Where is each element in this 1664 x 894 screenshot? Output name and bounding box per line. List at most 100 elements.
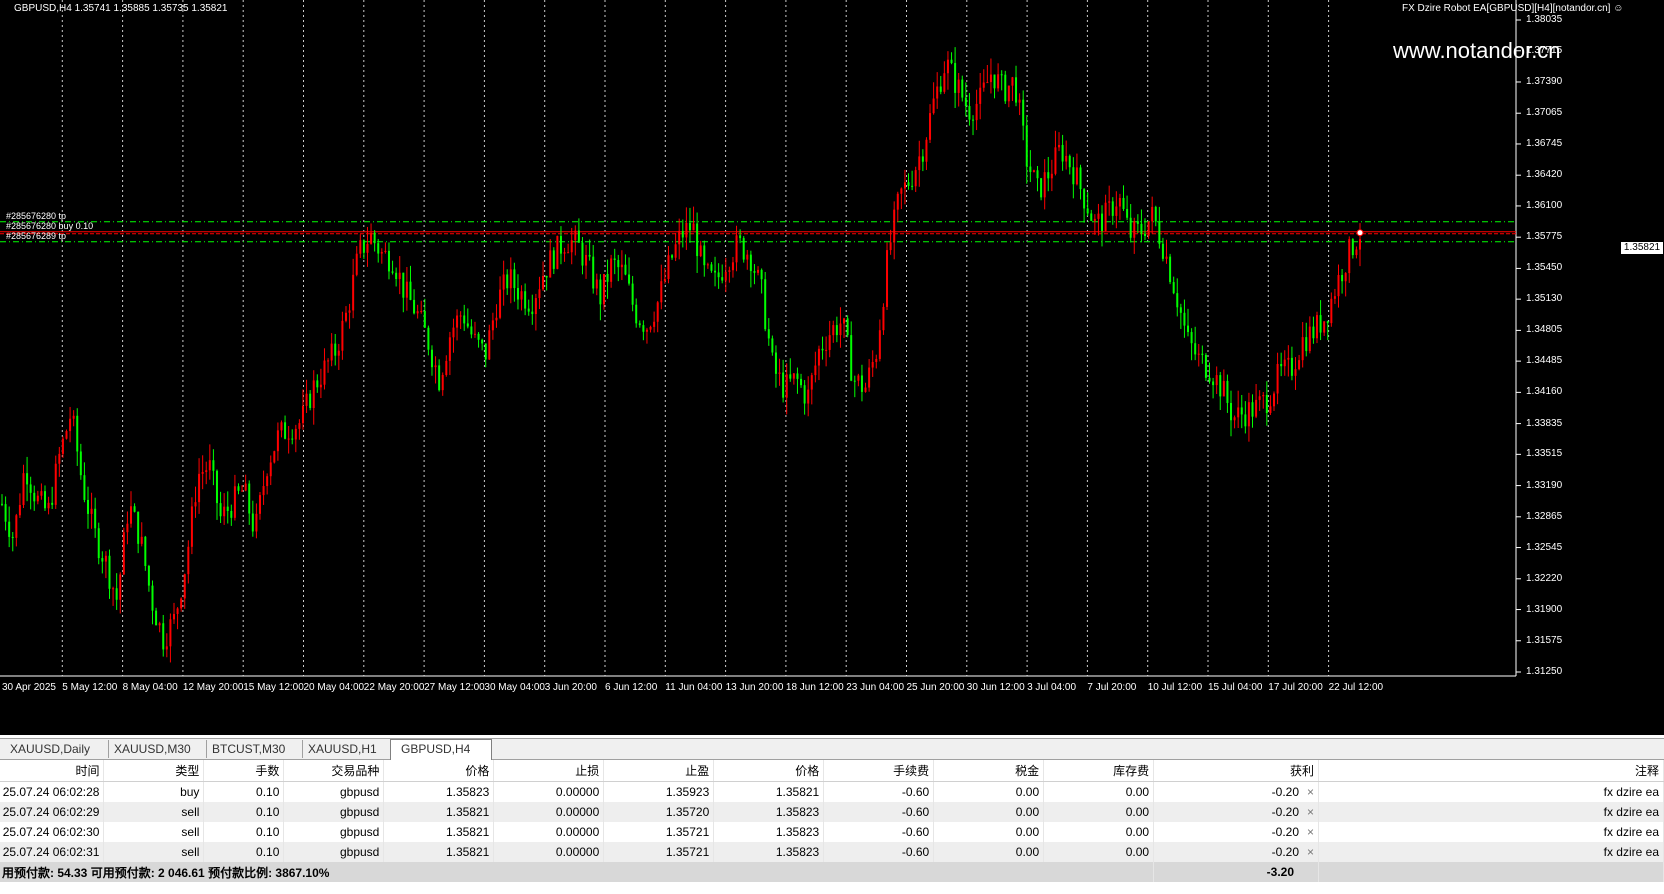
candle-body (1215, 375, 1218, 386)
candle-body (782, 372, 785, 398)
candle-body (875, 358, 878, 363)
candle-body (674, 244, 677, 258)
candle-body (638, 323, 641, 326)
table-row[interactable]: 25.07.24 06:02:30 sell 0.10 gbpusd 1.358… (0, 822, 1664, 842)
col-header[interactable]: 手续费 (823, 760, 935, 782)
cell: 0.10 (203, 802, 285, 822)
candle-body (785, 374, 788, 398)
col-header[interactable]: 时间 (0, 760, 105, 782)
candle-body (255, 513, 258, 532)
candle-body (1258, 396, 1261, 400)
col-header[interactable]: 类型 (103, 760, 205, 782)
tab-xauusd-m30[interactable]: XAUUSD,M30 (104, 740, 207, 758)
candle-body (452, 327, 455, 338)
candle-body (305, 393, 308, 406)
candle-body (1104, 202, 1107, 231)
candle-body (1319, 315, 1322, 333)
candle-body (653, 321, 656, 327)
candle-body (538, 289, 541, 299)
col-header[interactable]: 税金 (933, 760, 1045, 782)
close-order-icon[interactable]: × (1307, 805, 1314, 819)
candle-body (1187, 325, 1190, 333)
candle-body (201, 472, 204, 474)
candle-body (1061, 144, 1064, 162)
candle-body (473, 333, 476, 335)
candle-body (86, 499, 89, 514)
price-tick-label: 1.38035 (1526, 14, 1563, 25)
candle-body (79, 451, 82, 476)
candle-body (226, 506, 229, 512)
price-tick-label: 1.37390 (1526, 75, 1563, 87)
candle-body (463, 315, 466, 324)
price-chart[interactable]: GBPUSD,H4 1.35741 1.35885 1.35735 1.3582… (0, 0, 1664, 735)
table-row[interactable]: 25.07.24 06:02:31 sell 0.10 gbpusd 1.358… (0, 842, 1664, 862)
price-tick-label: 1.34485 (1526, 355, 1563, 367)
cell: 0.10 (203, 842, 285, 862)
candle-body (1179, 307, 1182, 313)
candle-body (1072, 167, 1075, 185)
col-header[interactable]: 手数 (203, 760, 285, 782)
candle-body (1144, 233, 1147, 236)
candle-body (939, 86, 942, 92)
cell: sell (103, 842, 205, 862)
candle-body (355, 253, 358, 275)
col-header[interactable]: 价格 (713, 760, 825, 782)
chart-canvas[interactable] (0, 0, 1664, 735)
col-header[interactable]: 注释 (1318, 760, 1664, 782)
candle-body (11, 536, 14, 538)
tab-xauusd-h1[interactable]: XAUUSD,H1 (298, 740, 393, 758)
time-tick-label: 15 May 12:00 (243, 682, 304, 693)
candle-body (409, 281, 412, 300)
candle-body (445, 360, 448, 375)
candle-body (950, 59, 953, 64)
candle-body (1219, 375, 1222, 397)
col-header[interactable]: 止盈 (603, 760, 715, 782)
candle-body (545, 275, 548, 278)
col-header[interactable]: 交易品种 (283, 760, 385, 782)
candle-body (183, 574, 186, 599)
col-header[interactable]: 库存费 (1043, 760, 1155, 782)
candle-body (979, 87, 982, 104)
candle-body (1172, 282, 1175, 294)
table-row[interactable]: 25.07.24 06:02:28 buy 0.10 gbpusd 1.3582… (0, 781, 1664, 802)
close-order-icon[interactable]: × (1307, 825, 1314, 839)
candle-body (649, 326, 652, 330)
table-row[interactable]: 25.07.24 06:02:29 sell 0.10 gbpusd 1.358… (0, 802, 1664, 822)
candle-body (54, 463, 57, 505)
summary-spacer (1318, 862, 1664, 882)
candle-body (1283, 359, 1286, 367)
candle-body (155, 610, 158, 626)
cell: -0.60 (823, 842, 935, 862)
col-header[interactable]: 价格 (383, 760, 495, 782)
smiley-icon[interactable]: ☺ (1613, 3, 1623, 14)
col-header[interactable]: 止损 (493, 760, 605, 782)
close-order-icon[interactable]: × (1307, 845, 1314, 859)
candle-body (932, 98, 935, 114)
candle-body (1301, 337, 1304, 361)
tab-xauusd-daily[interactable]: XAUUSD,Daily (0, 740, 109, 758)
candle-body (258, 495, 261, 514)
candle-body (147, 565, 150, 586)
last-price-marker (1356, 229, 1364, 237)
candle-body (1129, 217, 1132, 238)
candle-body (735, 235, 738, 263)
col-header[interactable]: 获利 (1153, 760, 1320, 782)
candle-body (18, 504, 21, 516)
price-tick-label: 1.35130 (1526, 293, 1563, 305)
close-order-icon[interactable]: × (1307, 785, 1314, 799)
candle-body (301, 405, 304, 424)
candle-body (642, 325, 645, 332)
candle-body (656, 302, 659, 322)
candle-body (724, 271, 727, 281)
cell: 25.07.24 06:02:29 (0, 802, 105, 822)
cell: 0.00 (933, 781, 1045, 802)
tab-btcust-m30[interactable]: BTCUST,M30 (202, 740, 303, 758)
price-tick-label: 1.34160 (1526, 386, 1563, 398)
current-price-label: 1.35821 (1621, 242, 1663, 254)
tab-gbpusd-h4[interactable]: GBPUSD,H4 (390, 739, 492, 760)
candle-body (1161, 243, 1164, 259)
candle-body (244, 483, 247, 491)
candle-body (434, 365, 437, 368)
candle-body (509, 269, 512, 289)
candle-body (989, 74, 992, 83)
